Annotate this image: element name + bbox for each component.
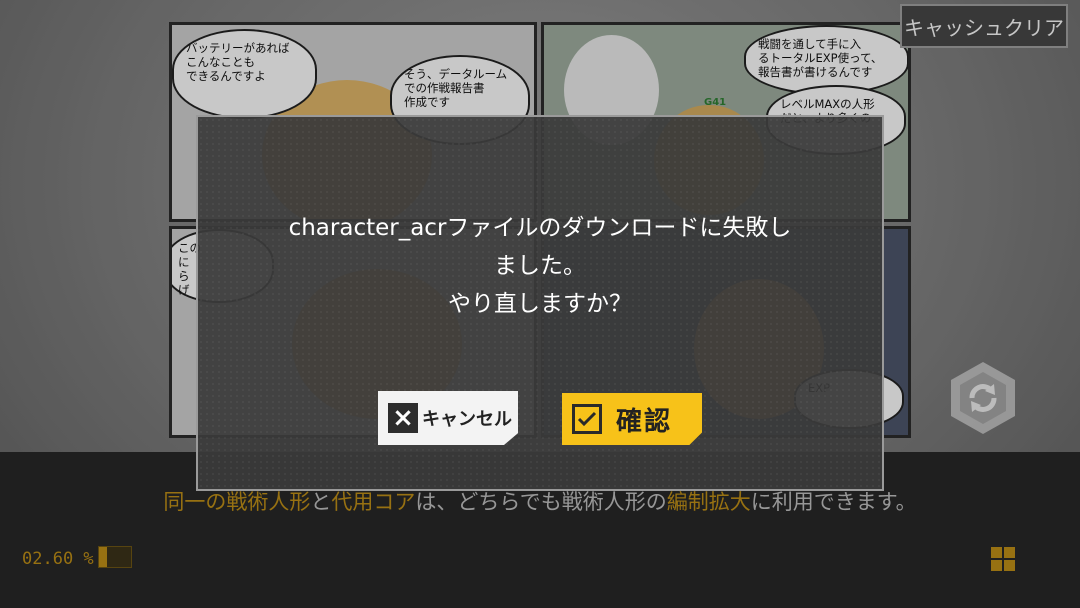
dialog-message: character_acrファイルのダウンロードに失敗し ました。 やり直します… bbox=[198, 209, 882, 323]
dialog-message-line: character_acrファイルのダウンロードに失敗し bbox=[288, 215, 792, 241]
cancel-button-label: キャンセル bbox=[422, 409, 512, 430]
dialog-message-line: ました。 bbox=[494, 253, 586, 279]
error-dialog: character_acrファイルのダウンロードに失敗し ました。 やり直します… bbox=[196, 115, 884, 491]
confirm-button-label: 確認 bbox=[616, 406, 673, 437]
close-icon: × bbox=[388, 403, 418, 433]
dialog-message-line: やり直しますか？ bbox=[448, 291, 632, 317]
check-icon bbox=[572, 404, 602, 434]
confirm-button[interactable]: 確認 bbox=[562, 393, 702, 445]
cancel-button[interactable]: × キャンセル bbox=[378, 391, 518, 445]
